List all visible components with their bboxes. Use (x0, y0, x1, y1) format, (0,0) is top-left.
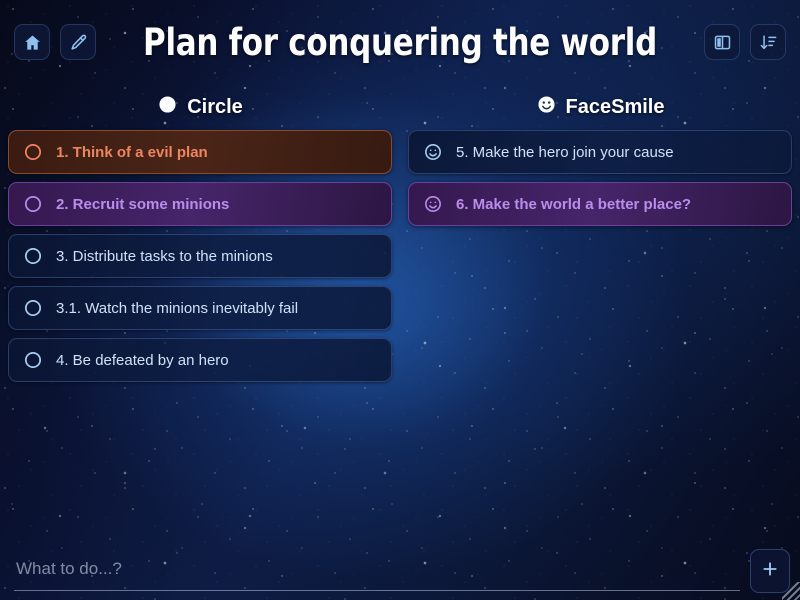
face-smile-icon[interactable] (423, 142, 443, 162)
task-card-label: 6. Make the world a better place? (456, 195, 692, 213)
pencil-icon (69, 33, 88, 52)
column-title-facesmile: FaceSmile (565, 95, 665, 118)
layout-columns-button[interactable] (704, 24, 740, 60)
column-title-circle: Circle (187, 95, 243, 118)
card-list-facesmile: 5. Make the hero join your cause 6. Make (400, 130, 800, 226)
task-card[interactable]: 4. Be defeated by an hero (8, 338, 392, 382)
task-card-label: 1. Think of a evil plan (56, 143, 208, 161)
task-card[interactable]: 2. Recruit some minions (8, 182, 392, 226)
task-card-label: 3. Distribute tasks to the minions (56, 247, 273, 265)
column-header-facesmile[interactable]: FaceSmile (400, 84, 800, 130)
new-task-input-wrapper (14, 551, 740, 591)
plus-icon (760, 559, 780, 584)
page-title: Plan for conquering the world (143, 20, 657, 64)
column-facesmile: FaceSmile 5. Make the hero join your cau… (400, 84, 800, 542)
circle-outline-icon[interactable] (23, 142, 43, 162)
header-right-buttons (704, 24, 786, 60)
home-button[interactable] (14, 24, 50, 60)
task-card[interactable]: 3. Distribute tasks to the minions (8, 234, 392, 278)
card-list-circle: 1. Think of a evil plan 2. Recruit some … (0, 130, 400, 382)
face-smile-icon[interactable] (423, 194, 443, 214)
circle-outline-icon[interactable] (23, 298, 43, 318)
circle-outline-icon[interactable] (23, 350, 43, 370)
task-card[interactable]: 3.1. Watch the minions inevitably fail (8, 286, 392, 330)
columns-icon (713, 33, 732, 52)
circle-outline-icon[interactable] (23, 246, 43, 266)
header-toolbar: Plan for conquering the world (0, 0, 800, 84)
column-circle: Circle 1. Think of a evil plan 2. Recrui… (0, 84, 400, 542)
column-header-circle[interactable]: Circle (0, 84, 400, 130)
circle-outline-icon[interactable] (23, 194, 43, 214)
task-card-label: 5. Make the hero join your cause (456, 143, 674, 161)
new-task-input[interactable] (14, 551, 740, 591)
sort-descending-icon (759, 33, 778, 52)
task-card-label: 3.1. Watch the minions inevitably fail (56, 299, 299, 317)
task-card[interactable]: 1. Think of a evil plan (8, 130, 392, 174)
task-card[interactable]: 6. Make the world a better place? (408, 182, 792, 226)
task-card-label: 2. Recruit some minions (56, 195, 230, 213)
edit-button[interactable] (60, 24, 96, 60)
circle-filled-icon (157, 94, 178, 120)
task-card[interactable]: 5. Make the hero join your cause (408, 130, 792, 174)
face-smile-icon (536, 94, 557, 120)
task-card-label: 4. Be defeated by an hero (56, 351, 229, 369)
header-left-buttons (14, 24, 96, 60)
home-icon (23, 33, 42, 52)
app-window: Plan for conquering the world Circle 1. … (0, 0, 800, 600)
window-resize-grip[interactable] (782, 582, 800, 600)
board: Circle 1. Think of a evil plan 2. Recrui… (0, 84, 800, 542)
sort-button[interactable] (750, 24, 786, 60)
bottom-bar (0, 542, 800, 600)
